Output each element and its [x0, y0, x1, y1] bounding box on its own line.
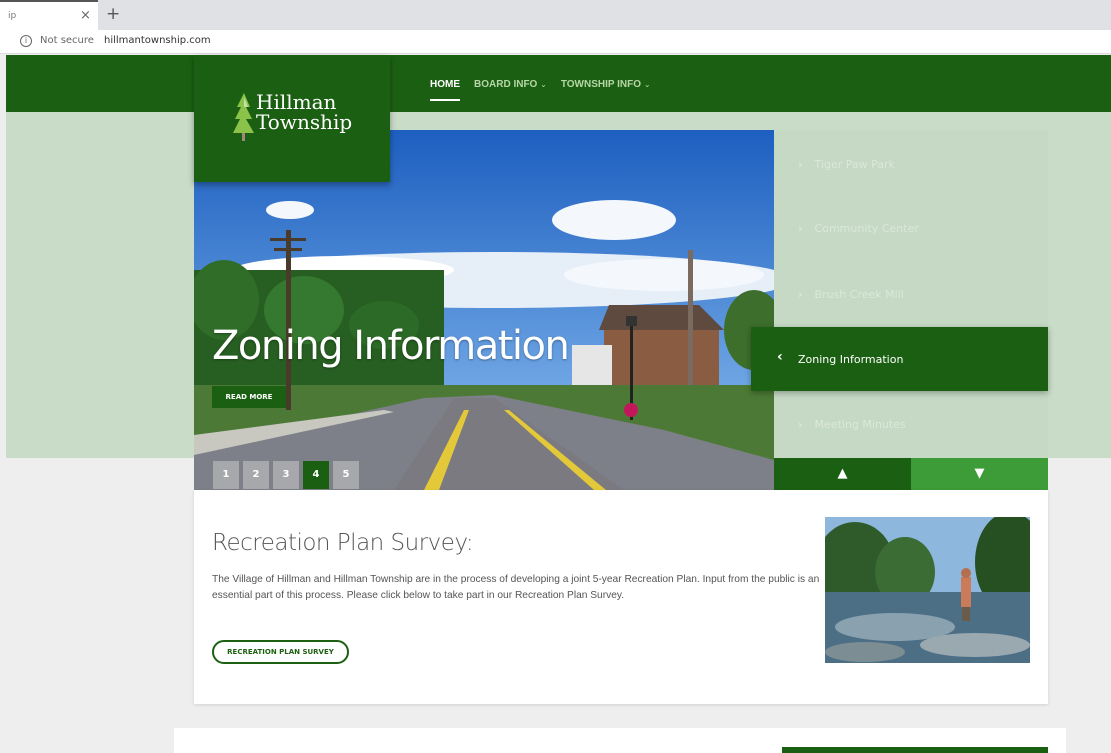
nav-township-info-label: TOWNSHIP INFO — [560, 79, 642, 90]
slide-list: › Tiger Paw Park › Community Center › Brush… — [774, 130, 1048, 458]
nav-township-info[interactable]: TOWNSHIP INFO ⌄ — [561, 79, 651, 101]
hero-slider: Zoning Information READ MORE 1 2 3 4 5 — [194, 130, 774, 490]
address-bar[interactable]: i Not secure hillmantownship.com — [0, 30, 1111, 54]
chevron-right-icon: › — [798, 288, 803, 301]
slide-list-item-label: Meeting Minutes — [814, 418, 906, 431]
plus-icon[interactable]: + — [106, 4, 120, 24]
nav-board-info-label: BOARD INFO — [474, 79, 538, 90]
info-icon[interactable]: i — [20, 35, 32, 47]
slide-list-item[interactable]: › Tiger Paw Park — [798, 158, 895, 171]
slide-page-3[interactable]: 3 — [273, 461, 299, 489]
browser-tabstrip: ip × + — [0, 0, 1111, 30]
url-text[interactable]: hillmantownship.com — [104, 35, 211, 46]
slide-list-item-label: Community Center — [814, 222, 919, 235]
slide-list-item[interactable]: › Meeting Minutes — [798, 418, 906, 431]
slide-list-item[interactable]: › Brush Creek Mill — [798, 288, 904, 301]
chevron-right-icon: › — [798, 418, 803, 431]
chevron-down-icon: ⌄ — [540, 80, 547, 89]
security-label: Not secure — [40, 35, 94, 46]
slide-page-4[interactable]: 4 — [303, 461, 329, 489]
slide-page-1[interactable]: 1 — [213, 461, 239, 489]
tree-icon — [233, 93, 254, 141]
chevron-right-icon: › — [798, 222, 803, 235]
browser-tab[interactable]: ip × — [0, 0, 98, 30]
logo-line-2: Township — [256, 110, 353, 134]
recreation-survey-button[interactable]: RECREATION PLAN SURVEY — [212, 640, 349, 664]
slide-caption: Zoning Information — [212, 323, 570, 369]
arrow-up-icon[interactable]: ▲ — [774, 458, 911, 490]
slide-list-active-label: Zoning Information — [798, 353, 904, 366]
arrow-down-icon[interactable]: ▼ — [911, 458, 1048, 490]
chevron-left-icon: ‹ — [777, 349, 783, 365]
close-icon[interactable]: × — [80, 8, 91, 23]
nav-board-info[interactable]: BOARD INFO ⌄ — [474, 79, 547, 101]
next-section-accent — [782, 747, 1048, 753]
slide-image — [194, 130, 774, 490]
read-more-button[interactable]: READ MORE — [212, 386, 286, 408]
tab-title: ip — [8, 11, 17, 21]
logo-text: Hillman Township — [256, 92, 352, 132]
slide-pager: 1 2 3 4 5 — [213, 461, 359, 489]
chevron-down-icon: ⌄ — [643, 80, 651, 89]
slide-list-item-label: Brush Creek Mill — [814, 288, 904, 301]
chevron-right-icon: › — [798, 158, 803, 171]
survey-card: Recreation Plan Survey: The Village of H… — [194, 490, 1048, 704]
survey-body: The Village of Hillman and Hillman Towns… — [212, 574, 820, 601]
slide-page-2[interactable]: 2 — [243, 461, 269, 489]
river-photo — [825, 517, 1030, 663]
nav-home-label: HOME — [430, 79, 460, 90]
logo-line-1: Hillman — [256, 90, 337, 114]
survey-title: Recreation Plan Survey: — [212, 530, 474, 556]
slide-list-item[interactable]: › Community Center — [798, 222, 919, 235]
slide-list-item-label: Tiger Paw Park — [814, 158, 895, 171]
nav-home[interactable]: HOME — [430, 79, 460, 101]
slide-list-item-active[interactable]: ‹ Zoning Information — [751, 327, 1048, 391]
main-nav: HOME BOARD INFO ⌄ TOWNSHIP INFO ⌄ — [430, 79, 651, 101]
site-logo[interactable]: Hillman Township — [194, 55, 390, 182]
slide-page-5[interactable]: 5 — [333, 461, 359, 489]
